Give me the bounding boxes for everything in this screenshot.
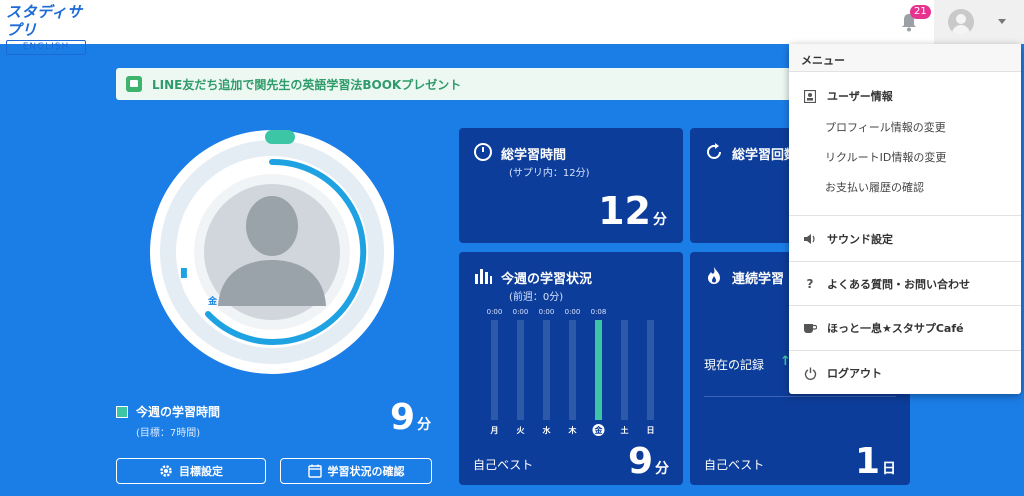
- coffee-cup-icon: [803, 321, 817, 335]
- menu-cafe[interactable]: ほっと一息★スタサプCafé: [789, 314, 1021, 342]
- weekly-bar-chart-svg: 0:00 月 0:00 火 0:00 水 0:00 木 0:08 金 土 日: [487, 308, 655, 436]
- weekly-status-card: 今週の学習状況 (前週：0分) 0:00 月 0:00 火 0:00 水 0:00 木 0:08…: [459, 252, 683, 485]
- bar-value-label-3: 0:00: [565, 308, 581, 316]
- logo-subtitle: ENGLISH: [6, 40, 86, 55]
- line-book-icon: [126, 76, 142, 92]
- bar-track-6: [647, 320, 654, 420]
- menu-sound-label: サウンド設定: [827, 233, 893, 246]
- top-header: スタディサプリ ENGLISH 21: [0, 0, 1024, 55]
- chevron-down-icon: [998, 19, 1006, 24]
- bar-value-label-4: 0:08: [591, 308, 607, 316]
- menu-header: メニュー: [789, 44, 1021, 72]
- menu-logout[interactable]: ログアウト: [789, 359, 1021, 387]
- bar-track-1: [517, 320, 524, 420]
- streak-best-label: 自己ベスト: [704, 458, 765, 472]
- streak-title: 連続学習: [732, 272, 785, 287]
- weekly-best-unit: 分: [655, 461, 669, 477]
- speaker-icon: [803, 232, 817, 246]
- weekly-target: (目標：7時間): [136, 428, 201, 439]
- menu-faq-label: よくある質問・お問い合わせ: [827, 278, 970, 291]
- weekly-time-title: 今週の学習時間: [136, 405, 221, 419]
- weekly-best-value: 9分: [628, 442, 669, 482]
- menu-title: メニュー: [801, 54, 845, 67]
- menu-divider: [789, 215, 1021, 216]
- bar-value-label-1: 0:00: [513, 308, 529, 316]
- weekly-status-title: 今週の学習状況: [501, 272, 593, 287]
- day-label-1: 火: [517, 426, 526, 435]
- day-label-3: 木: [568, 425, 578, 435]
- id-card-icon: [803, 89, 817, 103]
- study-status-label: 学習状況の確認: [327, 465, 405, 478]
- streak-best-value: 1日: [855, 442, 896, 482]
- weekly-progress-ring: 金: [148, 128, 396, 376]
- day-label-5: 土: [621, 425, 629, 435]
- bar-track-5: [621, 320, 628, 420]
- streak-best-unit: 日: [882, 461, 896, 477]
- bar-value-label-0: 0:00: [487, 308, 503, 316]
- total-time-unit: 分: [653, 212, 667, 228]
- bar-4: [595, 320, 602, 420]
- clock-icon: [474, 143, 492, 161]
- bar-track-0: [491, 320, 498, 420]
- weekly-value-unit: 分: [417, 417, 432, 433]
- weekly-status-sub: (前週：0分): [509, 292, 564, 303]
- weekly-bar-chart: 0:00 月 0:00 火 0:00 水 0:00 木 0:08 金 土 日: [483, 308, 663, 438]
- current-record-label: 現在の記録: [704, 358, 765, 372]
- progress-ring-graphic: [150, 130, 394, 374]
- menu-divider: [789, 305, 1021, 306]
- banner-text: LINE友だち追加で関先生の英語学習法BOOKプレゼント: [152, 78, 462, 92]
- total-time-value: 12 分: [598, 190, 667, 232]
- goal-settings-button[interactable]: 目標設定: [116, 458, 266, 484]
- calendar-icon: [307, 464, 322, 478]
- bar-value-label-2: 0:00: [539, 308, 555, 316]
- goal-settings-label: 目標設定: [179, 465, 223, 478]
- question-icon: ?: [806, 277, 814, 291]
- bar-track-2: [543, 320, 550, 420]
- day-label-4: 金: [594, 425, 604, 435]
- weekly-value-number: 9: [390, 397, 416, 438]
- study-status-button[interactable]: 学習状況の確認: [280, 458, 432, 484]
- account-menu-toggle[interactable]: [934, 0, 1024, 44]
- gear-icon: [160, 465, 172, 477]
- bar-track-3: [569, 320, 576, 420]
- menu-divider: [789, 261, 1021, 262]
- weekly-best-label: 自己ベスト: [473, 458, 534, 472]
- total-time-number: 12: [598, 189, 651, 233]
- power-icon: [803, 366, 817, 380]
- weekly-legend-square: [116, 406, 128, 418]
- menu-cafe-label: ほっと一息★スタサプCafé: [827, 322, 964, 335]
- flame-icon: [708, 267, 720, 284]
- streak-best-number: 1: [854, 441, 880, 482]
- total-time-sub: (サプリ内：12分): [509, 168, 590, 179]
- avatar: [948, 9, 974, 35]
- total-time-title: 総学習時間: [501, 148, 567, 163]
- day-label-6: 日: [647, 426, 655, 435]
- day-label-0: 月: [490, 426, 499, 435]
- menu-logout-label: ログアウト: [827, 367, 882, 380]
- bar-chart-icon: [475, 269, 492, 284]
- menu-profile-change[interactable]: プロフィール情報の変更: [789, 113, 1021, 141]
- menu-recruit-id-label: リクルートID情報の変更: [825, 151, 947, 164]
- menu-faq[interactable]: ? よくある質問・お問い合わせ: [789, 270, 1021, 298]
- menu-divider: [789, 350, 1021, 351]
- total-count-title: 総学習回数: [732, 148, 798, 163]
- menu-profile-change-label: プロフィール情報の変更: [825, 121, 946, 134]
- notification-badge: 21: [910, 5, 931, 19]
- weekly-best-number: 9: [627, 441, 653, 482]
- menu-recruit-id-change[interactable]: リクルートID情報の変更: [789, 143, 1021, 171]
- logo-text: スタディサプリ: [6, 3, 83, 39]
- weekly-time-value: 9分: [390, 398, 431, 438]
- refresh-icon: [707, 143, 721, 159]
- total-time-card: 総学習時間 (サプリ内：12分) 12 分: [459, 128, 683, 243]
- app-logo[interactable]: スタディサプリ ENGLISH: [6, 3, 90, 55]
- menu-user-info-label: ユーザー情報: [827, 90, 893, 103]
- ring-day-label: 金: [208, 297, 218, 307]
- menu-user-info[interactable]: ユーザー情報: [789, 82, 1021, 110]
- account-dropdown-menu: メニュー ユーザー情報 プロフィール情報の変更 リクルートID情報の変更 お支払…: [789, 44, 1021, 394]
- menu-payment-history[interactable]: お支払い履歴の確認: [789, 173, 1021, 201]
- menu-sound-settings[interactable]: サウンド設定: [789, 225, 1021, 253]
- menu-payment-label: お支払い履歴の確認: [825, 181, 924, 194]
- day-label-2: 水: [542, 425, 552, 435]
- streak-divider: [704, 396, 896, 397]
